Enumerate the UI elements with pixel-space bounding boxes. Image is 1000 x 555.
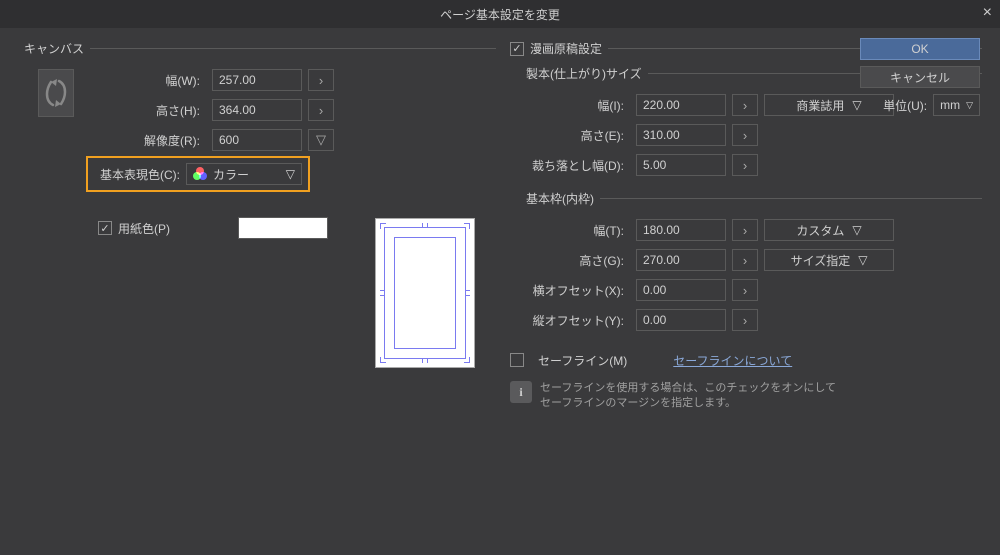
bleed-spinner[interactable]: › — [732, 154, 758, 176]
height-spinner[interactable]: › — [308, 99, 334, 121]
colormode-label: 基本表現色(C): — [94, 166, 186, 183]
binding-legend: 製本(仕上がり)サイズ — [520, 65, 648, 82]
bleed-label: 裁ち落とし幅(D): — [520, 157, 630, 174]
binding-preset-value: 商業誌用 — [796, 97, 844, 114]
manga-legend: 漫画原稿設定 — [504, 40, 608, 57]
binding-width-label: 幅(I): — [520, 97, 630, 114]
papercolor-swatch[interactable] — [238, 217, 328, 239]
resolution-dropdown[interactable]: ▽ — [308, 129, 334, 151]
page-preview — [375, 218, 475, 368]
bleed-input[interactable]: 5.00 — [636, 154, 726, 176]
rgb-icon — [193, 167, 207, 181]
chevron-down-icon: ▽ — [858, 253, 867, 267]
resolution-input[interactable]: 600 — [212, 129, 302, 151]
papercolor-label: 用紙色(P) — [118, 220, 170, 237]
binding-height-spinner[interactable]: › — [732, 124, 758, 146]
unit-label: 単位(U): — [883, 97, 927, 114]
cancel-button[interactable]: キャンセル — [860, 66, 980, 88]
xoffset-label: 横オフセット(X): — [520, 282, 630, 299]
chevron-down-icon: ▽ — [966, 100, 973, 111]
frame-preset-select[interactable]: カスタム ▽ — [764, 219, 894, 241]
size-spec-value: サイズ指定 — [791, 252, 851, 269]
frame-legend: 基本枠(内枠) — [520, 190, 600, 207]
safeline-label: セーフライン(M) — [538, 352, 627, 369]
safeline-link[interactable]: セーフラインについて — [673, 352, 792, 369]
ok-button[interactable]: OK — [860, 38, 980, 60]
height-input[interactable]: 364.00 — [212, 99, 302, 121]
width-spinner[interactable]: › — [308, 69, 334, 91]
yoffset-input[interactable]: 0.00 — [636, 309, 726, 331]
binding-width-input[interactable]: 220.00 — [636, 94, 726, 116]
binding-width-spinner[interactable]: › — [732, 94, 758, 116]
rotate-orientation-button[interactable] — [38, 69, 74, 117]
frame-width-input[interactable]: 180.00 — [636, 219, 726, 241]
info-icon: i — [510, 381, 532, 403]
dialog-title: ページ基本設定を変更 — [440, 6, 560, 23]
resolution-label: 解像度(R): — [86, 132, 206, 149]
papercolor-checkbox[interactable] — [98, 221, 112, 235]
safeline-checkbox[interactable] — [510, 353, 524, 367]
safeline-info: セーフラインを使用する場合は、このチェックをオンにして セーフラインのマージンを… — [540, 381, 836, 412]
frame-height-input[interactable]: 270.00 — [636, 249, 726, 271]
color-mode-highlight: 基本表現色(C): カラー ▽ — [86, 156, 310, 192]
width-input[interactable]: 257.00 — [212, 69, 302, 91]
unit-select[interactable]: mm ▽ — [933, 94, 980, 116]
frame-height-spinner[interactable]: › — [732, 249, 758, 271]
binding-height-input[interactable]: 310.00 — [636, 124, 726, 146]
manga-legend-text: 漫画原稿設定 — [530, 40, 602, 57]
titlebar: ページ基本設定を変更 × — [0, 0, 1000, 28]
yoffset-spinner[interactable]: › — [732, 309, 758, 331]
canvas-legend: キャンバス — [18, 40, 90, 57]
xoffset-spinner[interactable]: › — [732, 279, 758, 301]
yoffset-label: 縦オフセット(Y): — [520, 312, 630, 329]
height-label: 高さ(H): — [86, 102, 206, 119]
frame-preset-value: カスタム — [796, 222, 844, 239]
color-mode-select[interactable]: カラー ▽ — [186, 163, 302, 185]
width-label: 幅(W): — [86, 72, 206, 89]
frame-width-label: 幅(T): — [520, 222, 630, 239]
manga-enable-checkbox[interactable] — [510, 42, 524, 56]
close-icon[interactable]: × — [983, 4, 992, 22]
size-spec-select[interactable]: サイズ指定 ▽ — [764, 249, 894, 271]
chevron-down-icon: ▽ — [852, 223, 861, 237]
unit-value: mm — [940, 98, 960, 112]
xoffset-input[interactable]: 0.00 — [636, 279, 726, 301]
frame-height-label: 高さ(G): — [520, 252, 630, 269]
colormode-value: カラー — [213, 166, 249, 183]
frame-width-spinner[interactable]: › — [732, 219, 758, 241]
chevron-down-icon: ▽ — [286, 167, 295, 181]
binding-height-label: 高さ(E): — [520, 127, 630, 144]
